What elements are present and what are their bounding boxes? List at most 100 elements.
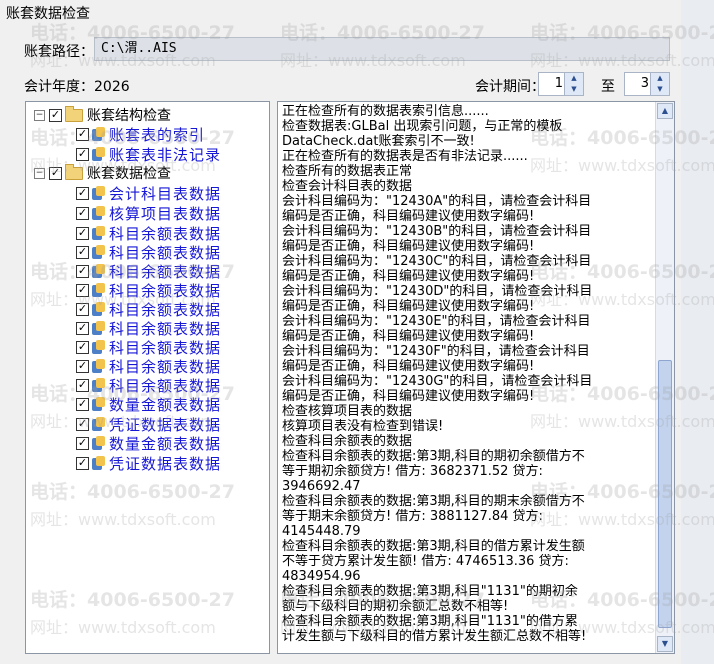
tree-checkbox[interactable]: ✓ [76, 340, 89, 354]
scroll-up-icon[interactable]: ▲ [657, 103, 673, 119]
tree-checkbox[interactable]: ✓ [76, 206, 89, 220]
database-icon [92, 339, 105, 355]
log-line: 编码是否正确，科目编码建议使用数字编码! [282, 209, 535, 224]
tree-item-label: 科目余额表数据 [109, 338, 222, 357]
log-line: 编码是否正确，科目编码建议使用数字编码! [282, 359, 535, 374]
period-to-spinner[interactable]: 3 ▲ ▼ [624, 72, 670, 96]
database-icon [92, 455, 105, 471]
tree-item[interactable]: ✓ 凭证数据表数据 [76, 453, 221, 473]
tree-checkbox[interactable]: ✓ [76, 226, 89, 240]
tree-checkbox[interactable]: ✓ [76, 264, 89, 278]
tree-item-label: 数量金额表数据 [109, 434, 222, 453]
tree-item[interactable]: ✓ 科目余额表数据 [76, 318, 221, 338]
tree-checkbox[interactable]: ✓ [76, 397, 89, 411]
tree-item[interactable]: ✓ 科目余额表数据 [76, 223, 221, 243]
tree-item[interactable]: ✓ 科目余额表数据 [76, 299, 221, 319]
tree-item-label: 账套表非法记录 [109, 145, 222, 164]
log-line: 检查数据表:GLBal 出现索引问题，与正常的模板 [282, 119, 563, 134]
log-line: 4834954.96 [282, 569, 361, 584]
tree-checkbox[interactable]: ✓ [76, 283, 89, 297]
tree-item[interactable]: ✓ 科目余额表数据 [76, 261, 221, 281]
database-icon [92, 320, 105, 336]
log-line: 额与下级科目的期初余额汇总数不相等! [282, 599, 509, 614]
tree-item-label: 账套表的索引 [109, 125, 206, 144]
tree-checkbox[interactable]: ✓ [76, 245, 89, 259]
tree-item-label: 账套数据检查 [87, 166, 171, 182]
tree-item-label: 科目余额表数据 [109, 300, 222, 319]
spin-down-icon[interactable]: ▼ [565, 84, 583, 95]
tree-checkbox[interactable]: ✓ [76, 147, 89, 161]
period-to-label: 至 [601, 79, 615, 95]
tree-item[interactable]: ✓ 数量金额表数据 [76, 433, 221, 453]
tree-item[interactable]: ✓ 会计科目表数据 [76, 183, 221, 203]
database-icon [92, 282, 105, 298]
database-icon [92, 377, 105, 393]
tree-checkbox[interactable]: ✓ [76, 302, 89, 316]
tree-checkbox[interactable]: ✓ [76, 359, 89, 373]
log-line: 等于期初余额贷方! 借方: 3682371.52 贷方: [282, 464, 543, 479]
log-line: DataCheck.dat账套索引不一致! [282, 134, 475, 149]
collapse-icon[interactable]: − [34, 109, 45, 121]
tree-item-label: 科目余额表数据 [109, 243, 222, 262]
database-icon [92, 244, 105, 260]
log-line: 会计科目编码为："12430B"的科目，请检查会计科目 [282, 224, 592, 239]
tree-checkbox[interactable]: ✓ [76, 321, 89, 335]
period-label: 会计期间： [475, 79, 545, 95]
spin-up-icon[interactable]: ▲ [651, 73, 669, 84]
tree-item[interactable]: ✓ 科目余额表数据 [76, 242, 221, 262]
tree-item-label: 账套结构检查 [87, 108, 171, 124]
log-scrollbar[interactable]: ▲ ▼ [655, 102, 674, 653]
log-text: 正在检查所有的数据表索引信息...... 检查数据表:GLBal 出现索引问题，… [282, 104, 654, 644]
check-tree[interactable]: − ✓ 账套结构检查 ✓ 账套表的索引 ✓ 账套表非法记录 − ✓ 账套数据检查 ✓ 会计科目表数据 ✓… [25, 101, 270, 654]
tree-item[interactable]: − ✓ 账套结构检查 [34, 105, 171, 125]
database-icon [92, 146, 105, 162]
path-label: 账套路径： [24, 44, 94, 60]
tree-item-label: 数量金额表数据 [109, 395, 222, 414]
tree-item[interactable]: ✓ 科目余额表数据 [76, 280, 221, 300]
period-from-value[interactable]: 1 [555, 76, 563, 91]
scroll-down-icon[interactable]: ▼ [657, 636, 673, 652]
log-panel[interactable]: 正在检查所有的数据表索引信息...... 检查数据表:GLBal 出现索引问题，… [277, 101, 675, 654]
fiscal-year-label: 会计年度： [24, 79, 94, 95]
folder-icon [65, 163, 83, 180]
tree-checkbox[interactable]: ✓ [49, 108, 62, 122]
tree-checkbox[interactable]: ✓ [76, 378, 89, 392]
path-input[interactable]: C:\渭..AIS [94, 37, 670, 61]
tree-item-label: 凭证数据表数据 [109, 415, 222, 434]
tree-checkbox[interactable]: ✓ [49, 166, 62, 180]
tree-item[interactable]: ✓ 科目余额表数据 [76, 356, 221, 376]
tree-item[interactable]: ✓ 科目余额表数据 [76, 375, 221, 395]
database-icon [92, 225, 105, 241]
period-from-spinner[interactable]: 1 ▲ ▼ [538, 72, 584, 96]
database-icon [92, 205, 105, 221]
tree-item[interactable]: − ✓ 账套数据检查 [34, 163, 171, 183]
tree-item-label: 科目余额表数据 [109, 319, 222, 338]
log-line: 检查科目余额表的数据 [282, 434, 413, 449]
tree-checkbox[interactable]: ✓ [76, 417, 89, 431]
period-to-value[interactable]: 3 [641, 76, 649, 91]
scroll-thumb[interactable] [658, 360, 672, 628]
collapse-icon[interactable]: − [34, 167, 45, 179]
log-line: 不等于贷方累计发生额! 借方: 4746513.36 贷方: [282, 554, 569, 569]
database-icon [92, 435, 105, 451]
tree-checkbox[interactable]: ✓ [76, 436, 89, 450]
folder-icon [65, 105, 83, 122]
tree-item[interactable]: ✓ 科目余额表数据 [76, 337, 221, 357]
tree-checkbox[interactable]: ✓ [76, 127, 89, 141]
tree-item[interactable]: ✓ 账套表的索引 [76, 124, 205, 144]
tree-checkbox[interactable]: ✓ [76, 186, 89, 200]
log-line: 会计科目编码为："12430E"的科目，请检查会计科目 [282, 314, 591, 329]
database-icon [92, 126, 105, 142]
spin-up-icon[interactable]: ▲ [565, 73, 583, 84]
tree-item-label: 科目余额表数据 [109, 376, 222, 395]
log-line: 计发生额与下级科目的借方累计发生额汇总数不相等! [282, 629, 587, 644]
tree-item[interactable]: ✓ 凭证数据表数据 [76, 414, 221, 434]
spin-down-icon[interactable]: ▼ [651, 84, 669, 95]
log-line: 编码是否正确，科目编码建议使用数字编码! [282, 329, 535, 344]
tree-item[interactable]: ✓ 数量金额表数据 [76, 394, 221, 414]
log-line: 会计科目编码为："12430G"的科目，请检查会计科目 [282, 374, 593, 389]
tree-item[interactable]: ✓ 核算项目表数据 [76, 203, 221, 223]
tree-item[interactable]: ✓ 账套表非法记录 [76, 144, 221, 164]
log-line: 会计科目编码为："12430D"的科目，请检查会计科目 [282, 284, 593, 299]
tree-checkbox[interactable]: ✓ [76, 456, 89, 470]
